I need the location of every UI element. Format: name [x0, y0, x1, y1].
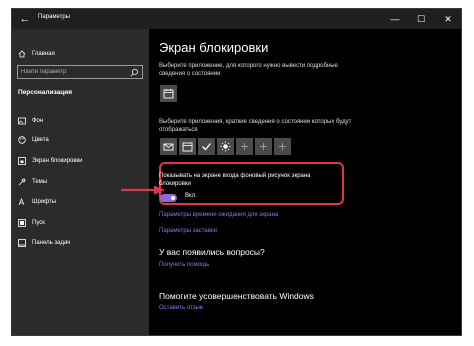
- sidebar-item-label: Цвета: [32, 137, 49, 143]
- sidebar-item-label: Темы: [32, 179, 48, 185]
- sidebar-item-taskbar[interactable]: Панель задач: [12, 235, 149, 251]
- sidebar-item-label: Панель задач: [32, 240, 71, 246]
- sidebar-item-label: Главная: [32, 51, 55, 57]
- section-heading: Персонализация: [18, 89, 73, 96]
- sidebar-item-label: Пуск: [32, 220, 45, 226]
- toggle-state: Вкл.: [185, 193, 197, 199]
- feedback-link[interactable]: Оставить отзыв: [159, 305, 203, 311]
- plus-icon: [260, 143, 267, 150]
- weather-icon: [220, 141, 231, 152]
- quick-status-tile-check[interactable]: [198, 138, 215, 155]
- toggle-label: Показывать на экране входа фоновый рисун…: [159, 173, 311, 187]
- page-title: Экран блокировки: [159, 40, 269, 55]
- quick-status-tile-add[interactable]: [274, 138, 291, 155]
- sidebar-item-home[interactable]: Главная: [12, 46, 149, 62]
- sidebar: Главная Персонализация Фон Цвета Экран б…: [12, 29, 149, 335]
- sidebar-item-colors[interactable]: Цвета: [12, 132, 149, 148]
- palette-icon: [18, 136, 26, 144]
- quick-status-description: Выберите приложения, краткие сведения о …: [159, 119, 352, 133]
- image-icon: [18, 117, 26, 125]
- plus-icon: [279, 143, 286, 150]
- sidebar-item-label: Шрифты: [32, 199, 57, 205]
- quick-status-tile-mail[interactable]: [160, 138, 177, 155]
- home-icon: [18, 50, 26, 58]
- search-input[interactable]: [21, 67, 125, 77]
- brush-icon: [18, 178, 26, 186]
- sidebar-item-lock-screen[interactable]: Экран блокировки: [12, 153, 149, 169]
- detail-status-tile[interactable]: [160, 85, 177, 102]
- start-icon: [18, 219, 26, 227]
- pointer-arrow: [121, 185, 165, 195]
- sidebar-item-label: Фон: [32, 118, 44, 124]
- sidebar-item-label: Экран блокировки: [32, 158, 83, 164]
- screen-timeout-link[interactable]: Параметры времени ожидания для экрана: [159, 212, 278, 218]
- back-button[interactable]: ←: [18, 12, 32, 26]
- sidebar-item-fonts[interactable]: Шрифты: [12, 194, 149, 210]
- settings-window: ← Параметры — ☐ ✕ Главная Персонализация…: [11, 8, 462, 336]
- search-icon[interactable]: [130, 68, 139, 77]
- lock-screen-icon: [18, 157, 26, 165]
- plus-icon: [241, 143, 248, 150]
- questions-heading: У вас появились вопросы?: [159, 247, 265, 257]
- screensaver-link[interactable]: Параметры заставки: [159, 228, 217, 234]
- close-button[interactable]: ✕: [439, 12, 457, 26]
- search-box[interactable]: [17, 65, 143, 79]
- check-icon: [202, 143, 211, 151]
- quick-status-tile-add[interactable]: [236, 138, 253, 155]
- main-content: Экран блокировки Выберите приложение, дл…: [149, 29, 461, 335]
- improve-heading: Помогите усовершенствовать Windows: [159, 291, 314, 301]
- window-title: Параметры: [38, 14, 70, 20]
- font-icon: [18, 198, 25, 206]
- sidebar-item-start[interactable]: Пуск: [12, 215, 149, 231]
- quick-status-tile-weather[interactable]: [217, 138, 234, 155]
- taskbar-icon: [18, 239, 26, 247]
- detail-status-description: Выберите приложение, для которого нужно …: [159, 63, 338, 77]
- mail-icon: [163, 143, 174, 151]
- help-link[interactable]: Получить помощь: [159, 262, 209, 268]
- quick-status-tile-calendar[interactable]: [179, 138, 196, 155]
- minimize-button[interactable]: —: [386, 12, 404, 26]
- sidebar-item-background[interactable]: Фон: [12, 113, 149, 129]
- calendar-icon: [182, 142, 193, 152]
- maximize-button[interactable]: ☐: [412, 12, 430, 26]
- toggle-knob: [171, 196, 175, 200]
- calendar-icon: [163, 89, 174, 99]
- quick-status-tile-add[interactable]: [255, 138, 272, 155]
- title-bar: ← Параметры — ☐ ✕: [12, 9, 461, 29]
- background-toggle[interactable]: [160, 194, 177, 202]
